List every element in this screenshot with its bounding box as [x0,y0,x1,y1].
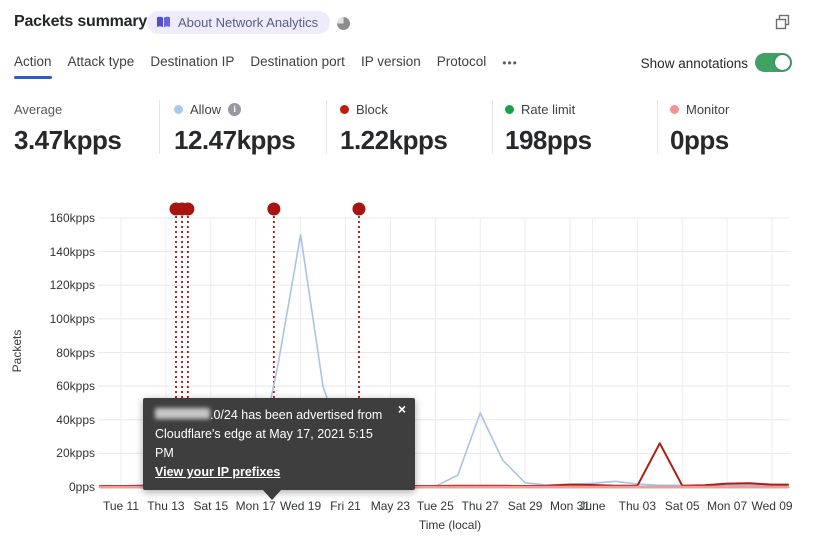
tab-destination-ip[interactable]: Destination IP [150,54,234,79]
divider [159,100,160,154]
stat-allow: Allow 12.47kpps [174,100,296,156]
divider [492,100,493,154]
stat-label: Monitor [686,101,730,117]
stat-label: Allow [190,101,222,117]
annotation-tooltip: × .0/24 has been advertised from Cloudfl… [143,398,415,500]
x-tick-label: Wed 09 [751,499,793,513]
divider [657,100,658,154]
page-title: Packets summary [14,13,148,30]
y-tick-label: 80kpps [56,345,95,360]
show-annotations-toggle[interactable] [755,53,792,72]
x-axis-title: Time (local) [418,518,482,532]
annotation-marker[interactable] [181,202,195,216]
y-tick-label: 0pps [68,480,95,494]
y-tick-label: 60kpps [56,379,95,394]
stat-value: 1.22kpps [340,125,448,155]
stat-average: Average 3.47kpps [14,100,122,156]
tooltip-line2: Cloudflare's edge at May 17, 2021 5:15 P… [155,427,373,460]
stat-block: Block 1.22kpps [340,100,448,156]
popout-icon[interactable] [774,13,792,31]
tab-attack-type[interactable]: Attack type [68,54,135,79]
stat-label: Average [14,101,63,117]
info-icon[interactable] [228,102,242,116]
annotation-marker[interactable] [352,202,366,216]
close-icon[interactable]: × [398,402,406,416]
allow-dot-icon [174,104,183,114]
tab-protocol[interactable]: Protocol [437,54,487,79]
network-analytics-panel: Packets summary About Network Analytics … [0,0,816,545]
y-tick-label: 20kpps [56,446,95,461]
redacted-ip [155,408,210,419]
y-tick-label: 140kpps [49,244,95,259]
annotation-marker[interactable] [267,202,281,216]
tooltip-line1: .0/24 has been advertised from [155,406,389,425]
tab-ip-version[interactable]: IP version [361,54,421,79]
view-ip-prefixes-link[interactable]: View your IP prefixes [155,465,280,479]
stat-value: 3.47kpps [14,125,122,155]
stat-value: 198pps [505,125,592,155]
stat-monitor: Monitor 0pps [670,100,729,156]
more-tabs-button[interactable]: ••• [502,54,518,70]
toggle-knob [775,55,790,70]
stat-rate-limit: Rate limit 198pps [505,100,592,156]
tab-action[interactable]: Action [14,54,52,79]
stat-label: Rate limit [521,101,576,117]
tab-destination-port[interactable]: Destination port [250,54,345,79]
y-tick-label: 120kpps [49,278,95,293]
about-network-analytics-badge[interactable]: About Network Analytics [147,11,331,34]
rate-limit-dot-icon [505,104,514,114]
show-annotations-label: Show annotations [640,56,748,71]
stat-label: Block [356,101,388,117]
dimension-tabs: Action Attack type Destination IP Destinati… [14,54,518,79]
block-dot-icon [340,104,349,114]
y-tick-label: 160kpps [49,211,95,225]
pie-icon [337,17,350,30]
monitor-dot-icon [670,104,679,114]
about-badge-label: About Network Analytics [178,15,319,30]
y-tick-label: 40kpps [56,412,95,427]
book-icon [156,16,171,29]
divider [326,100,327,154]
stat-value: 0pps [670,125,729,155]
y-tick-label: 100kpps [49,311,95,326]
stat-value: 12.47kpps [174,125,296,155]
